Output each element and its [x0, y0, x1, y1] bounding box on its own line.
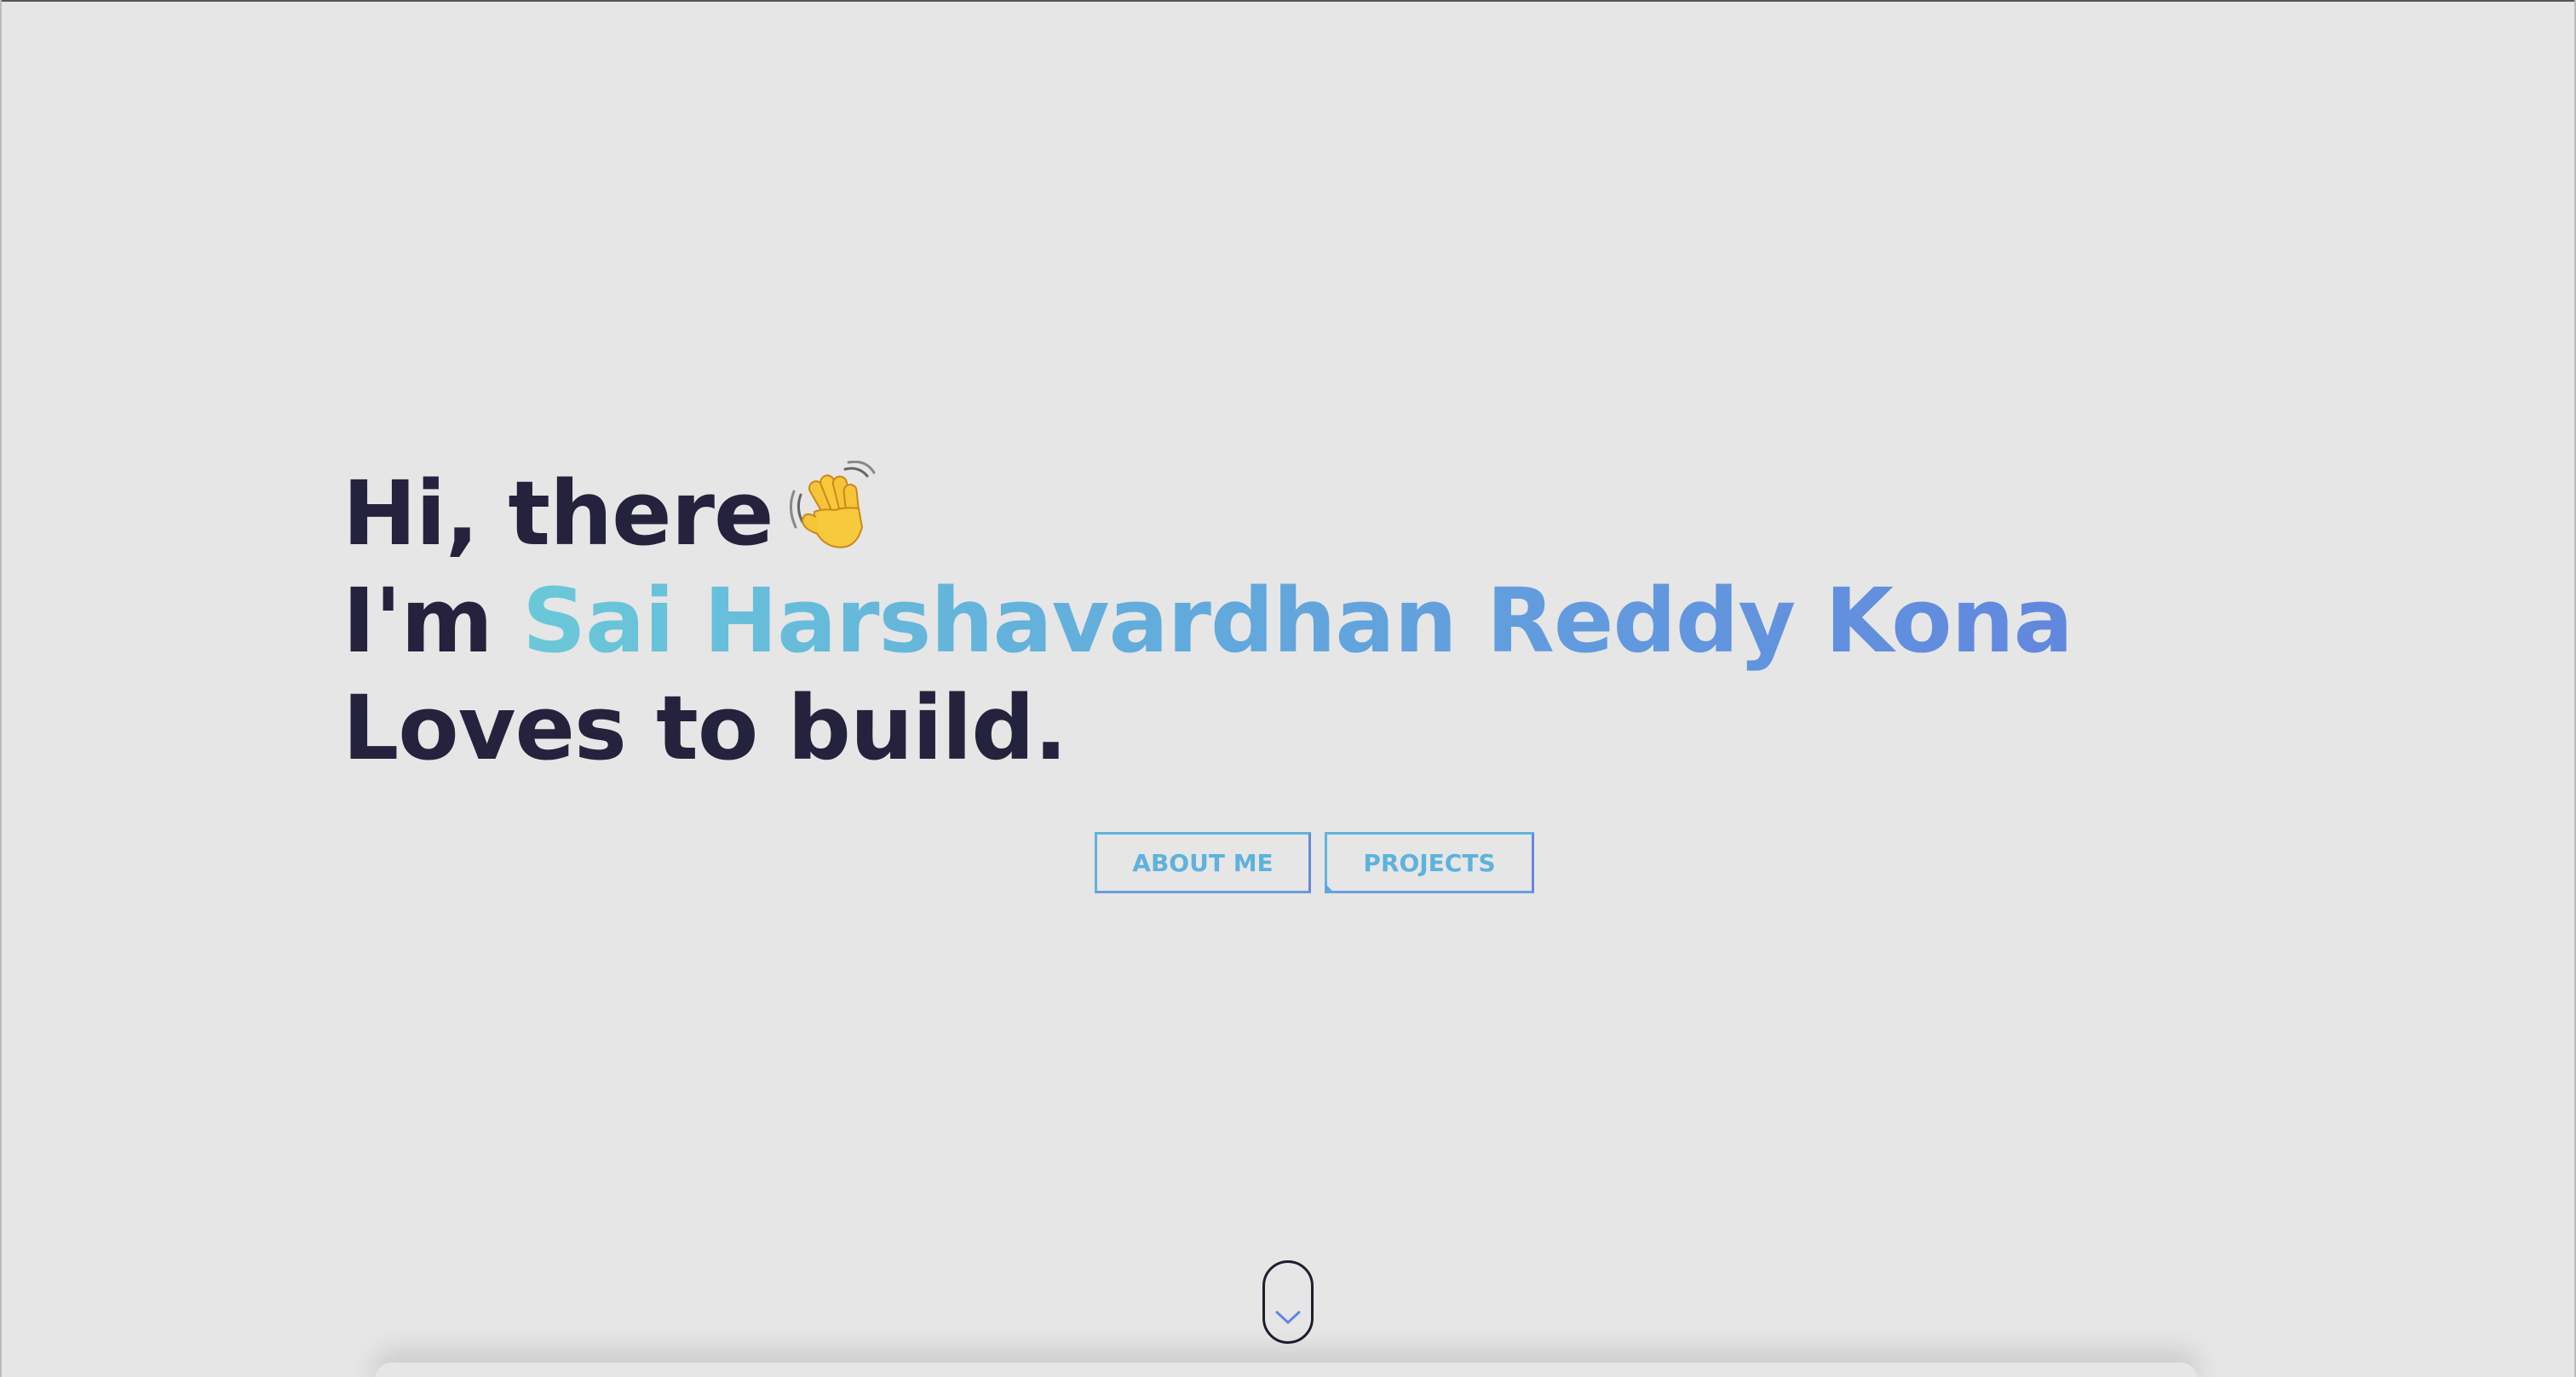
- hero-greeting-line: Hi, there: [342, 460, 2387, 567]
- button-corner-accent: [1325, 883, 1335, 893]
- about-me-button[interactable]: ABOUT ME: [1095, 832, 1311, 893]
- greeting-text: Hi, there: [342, 462, 774, 565]
- window-left-border: [0, 0, 2, 1377]
- projects-button[interactable]: PROJECTS: [1325, 832, 1534, 893]
- scroll-down-button[interactable]: [1262, 1260, 1314, 1344]
- waving-hand-icon: [785, 460, 881, 556]
- chevron-down-icon: [1274, 1309, 1302, 1329]
- intro-prefix-text: I'm: [342, 569, 523, 673]
- hero-intro-line: I'm Sai Harshavardhan Reddy Kona: [342, 567, 2387, 674]
- name-text: Sai Harshavardhan Reddy Kona: [522, 569, 2073, 673]
- cta-button-group: ABOUT ME PROJECTS: [1095, 832, 1534, 893]
- next-section-edge: [375, 1363, 2198, 1377]
- hero-tagline-line: Loves to build.: [342, 674, 2387, 782]
- projects-button-label: PROJECTS: [1363, 848, 1496, 877]
- tagline-text: Loves to build.: [342, 676, 1067, 780]
- hero-section: Hi, there I'm Sai Harshavardhan Reddy Ko…: [342, 460, 2387, 782]
- window-top-border: [0, 0, 2576, 2]
